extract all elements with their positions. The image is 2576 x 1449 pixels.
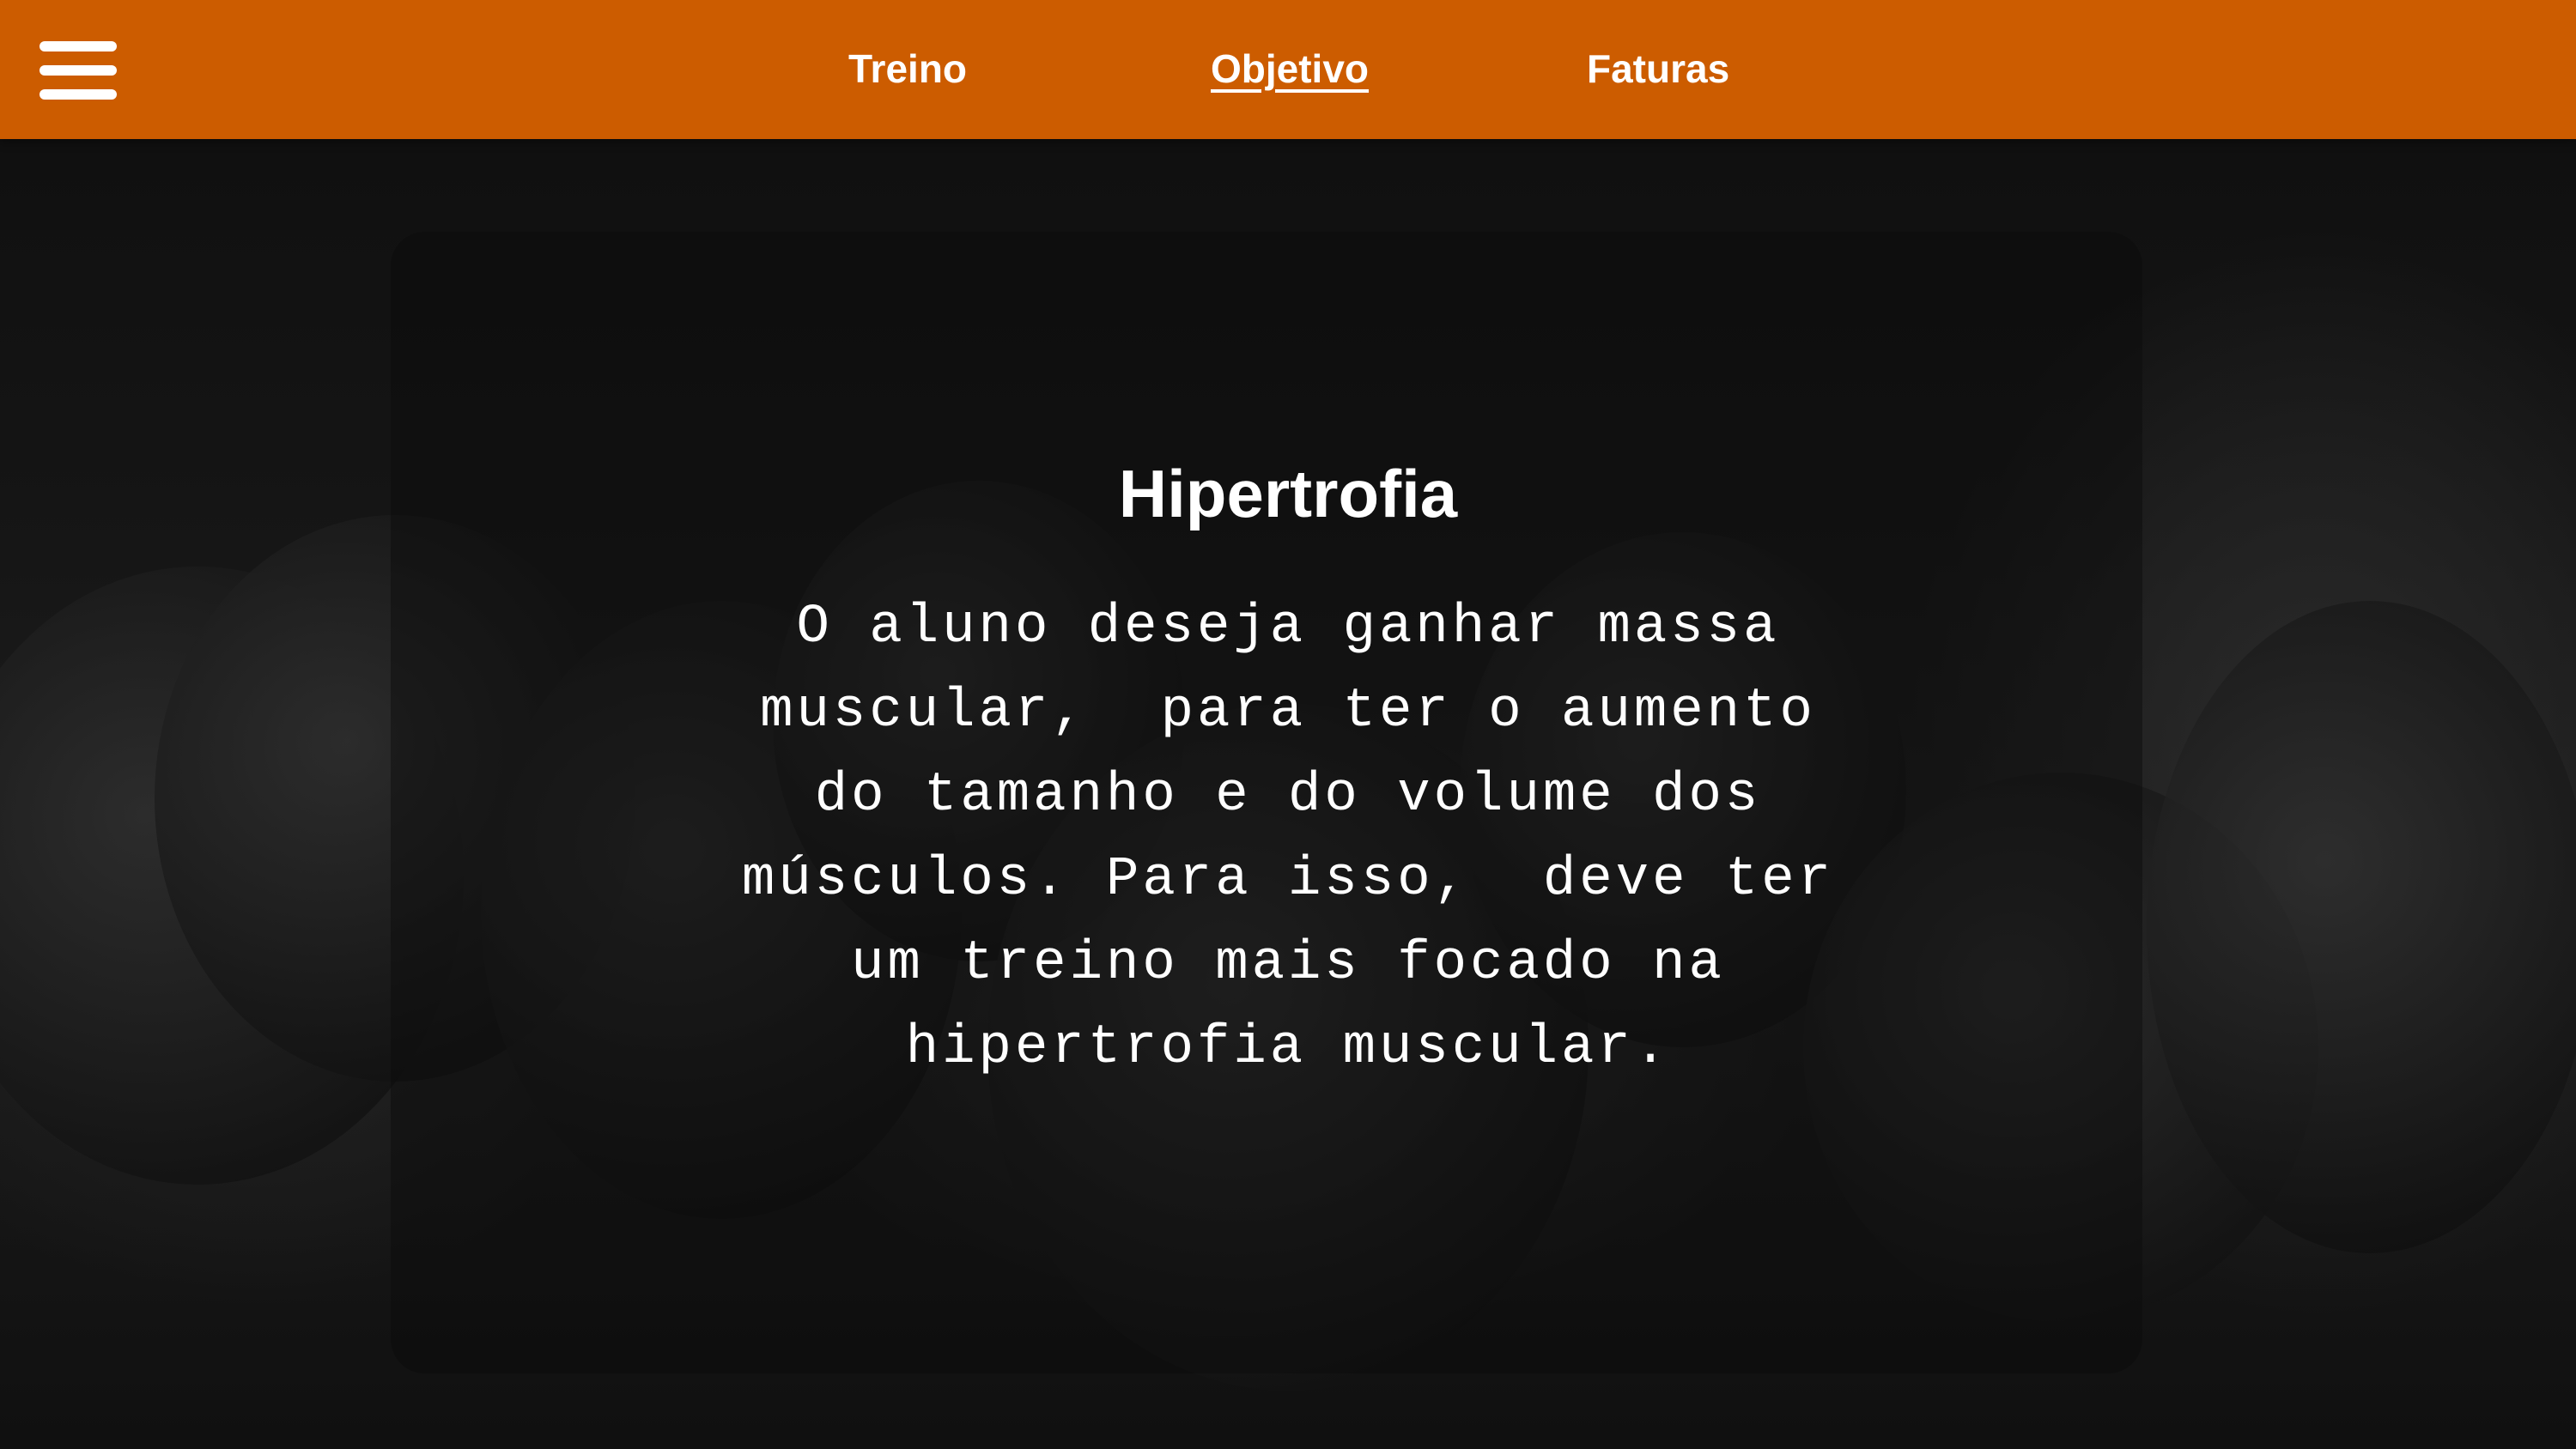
nav-link-faturas[interactable]: Faturas xyxy=(1587,41,1729,96)
objective-description: O aluno deseja ganhar massa muscular, pa… xyxy=(741,597,1835,1079)
nav-link-treino[interactable]: Treino xyxy=(848,41,967,96)
objective-section: Hipertrofia O aluno deseja ganhar massa … xyxy=(734,446,1842,1090)
nav-link-objetivo[interactable]: Objetivo xyxy=(1211,41,1369,96)
top-navbar: Treino Objetivo Faturas xyxy=(0,0,2576,139)
hamburger-menu-icon[interactable] xyxy=(39,41,117,100)
objective-title: Hipertrofia xyxy=(1118,456,1458,531)
dumbbell-plate xyxy=(2147,601,2576,1253)
